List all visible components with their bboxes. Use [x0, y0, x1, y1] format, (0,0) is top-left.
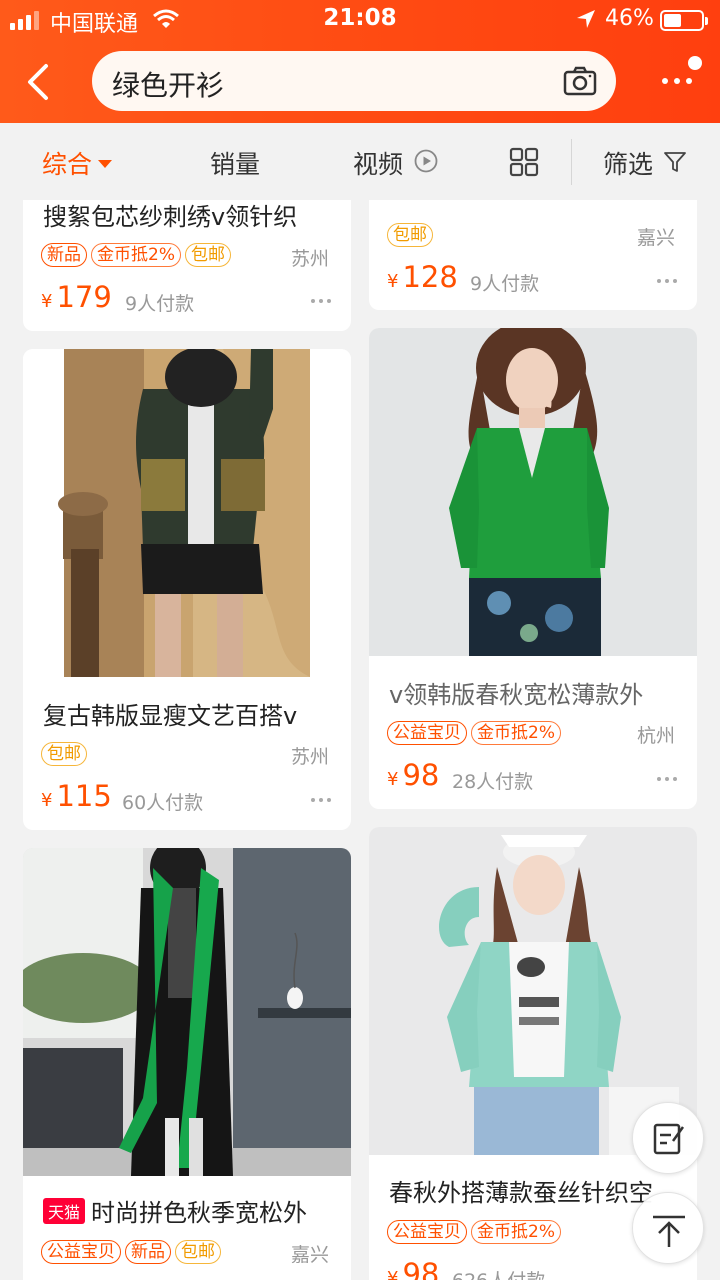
price-value: 115: [56, 779, 112, 813]
location-arrow-icon: [577, 10, 595, 28]
seller-city: 杭州: [636, 725, 675, 747]
product-tags: 公益宝贝 金币抵2%: [387, 721, 561, 745]
tag-free-shipping: 包邮: [175, 1240, 221, 1264]
top-header: 中国联通 21:08 46% 绿色开衫: [0, 0, 720, 123]
tag-charity: 公益宝贝: [41, 1240, 121, 1264]
product-image: [23, 349, 351, 677]
tag-coin-discount: 金币抵2%: [471, 1220, 561, 1244]
product-tags: 公益宝贝 新品 包邮: [41, 1240, 221, 1264]
price-value: 128: [402, 260, 458, 294]
tag-charity: 公益宝贝: [387, 721, 467, 745]
tag-free-shipping: 包邮: [184, 243, 231, 267]
more-options-icon[interactable]: [311, 299, 331, 305]
camera-icon[interactable]: [562, 63, 598, 99]
caret-down-icon: [98, 160, 113, 168]
product-price: ¥128: [387, 260, 458, 294]
currency-symbol: ¥: [387, 1268, 399, 1280]
tag-coin-discount: 金币抵2%: [91, 243, 181, 267]
product-price: ¥98: [387, 758, 439, 792]
tag-coin-discount: 金币抵2%: [471, 721, 561, 745]
sold-count: 9人付款: [125, 293, 195, 315]
product-title-text: 时尚拼色秋季宽松外: [91, 1199, 308, 1227]
price-value: 179: [56, 280, 112, 314]
seller-city: 苏州: [290, 248, 329, 270]
sold-count: 626人付款: [452, 1266, 545, 1280]
edit-note-icon: [653, 1123, 685, 1155]
sold-count: 9人付款: [470, 273, 540, 295]
battery-percent: 46%: [605, 6, 654, 31]
product-title: 复古韩版显瘦文艺百搭v: [43, 702, 298, 730]
tab-filter[interactable]: 筛选: [603, 145, 653, 181]
tab-sort-label: 综合: [42, 150, 93, 179]
feedback-button[interactable]: [632, 1102, 704, 1174]
more-options-icon[interactable]: [657, 777, 677, 783]
notification-dot: [688, 56, 702, 70]
product-image: [369, 328, 697, 656]
divider: [571, 139, 572, 185]
grid-view-icon[interactable]: [509, 147, 539, 177]
product-feed: 搜絮包芯纱刺绣v领针织 新品 金币抵2% 包邮 苏州 ¥179 9人付款 包邮 …: [0, 200, 720, 1280]
tab-sales[interactable]: 销量: [210, 145, 260, 181]
search-query[interactable]: 绿色开衫: [112, 64, 224, 104]
sold-count: 60人付款: [122, 792, 204, 814]
product-card[interactable]: 包邮 嘉兴 ¥128 9人付款: [369, 200, 697, 310]
product-price: ¥98: [387, 1257, 439, 1280]
tab-sort-composite[interactable]: 综合: [42, 145, 113, 181]
tag-free-shipping: 包邮: [387, 223, 433, 247]
product-tags: 包邮: [41, 742, 87, 766]
currency-symbol: ¥: [387, 271, 399, 292]
product-card[interactable]: 搜絮包芯纱刺绣v领针织 新品 金币抵2% 包邮 苏州 ¥179 9人付款: [23, 200, 351, 331]
product-title: v领韩版春秋宽松薄款外: [389, 681, 644, 709]
seller-city: 嘉兴: [290, 1244, 329, 1266]
more-options-icon[interactable]: [657, 279, 677, 285]
currency-symbol: ¥: [41, 790, 53, 811]
tag-new: 新品: [41, 243, 87, 267]
seller-city: 嘉兴: [636, 227, 675, 249]
tab-video[interactable]: 视频: [353, 145, 403, 181]
product-tags: 公益宝贝 金币抵2%: [387, 1220, 561, 1244]
price-value: 98: [402, 1257, 440, 1280]
tag-new: 新品: [125, 1240, 171, 1264]
funnel-icon[interactable]: [664, 151, 686, 173]
product-card[interactable]: 复古韩版显瘦文艺百搭v 包邮 苏州 ¥115 60人付款: [23, 349, 351, 830]
arrow-up-icon: [653, 1215, 685, 1247]
product-tags: 包邮: [387, 223, 433, 247]
battery-fill: [664, 14, 681, 27]
search-box[interactable]: 绿色开衫: [92, 51, 616, 111]
product-price: ¥179: [41, 280, 112, 314]
tag-free-shipping: 包邮: [41, 742, 87, 766]
more-icon[interactable]: [660, 56, 702, 104]
filter-bar: 综合 销量 视频 筛选: [0, 123, 720, 200]
more-options-icon[interactable]: [311, 798, 331, 804]
tag-charity: 公益宝贝: [387, 1220, 467, 1244]
battery-icon: [660, 10, 708, 31]
product-title: 搜絮包芯纱刺绣v领针织: [43, 203, 298, 231]
currency-symbol: ¥: [41, 291, 53, 312]
price-value: 98: [402, 758, 440, 792]
product-title: 天猫 时尚拼色秋季宽松外: [43, 1193, 335, 1228]
status-bar: 中国联通 21:08 46%: [0, 0, 720, 40]
seller-city: 苏州: [290, 746, 329, 768]
currency-symbol: ¥: [387, 769, 399, 790]
product-card[interactable]: v领韩版春秋宽松薄款外 公益宝贝 金币抵2% 杭州 ¥98 28人付款: [369, 328, 697, 809]
product-card[interactable]: 天猫 时尚拼色秋季宽松外 公益宝贝 新品 包邮 嘉兴: [23, 848, 351, 1280]
product-tags: 新品 金币抵2% 包邮: [41, 243, 231, 267]
play-icon: [414, 149, 438, 173]
back-to-top-button[interactable]: [632, 1192, 704, 1264]
product-price: ¥115: [41, 779, 112, 813]
sold-count: 28人付款: [452, 771, 534, 793]
product-image: [23, 848, 351, 1176]
back-icon[interactable]: [22, 60, 56, 104]
tmall-badge: 天猫: [43, 1198, 86, 1224]
